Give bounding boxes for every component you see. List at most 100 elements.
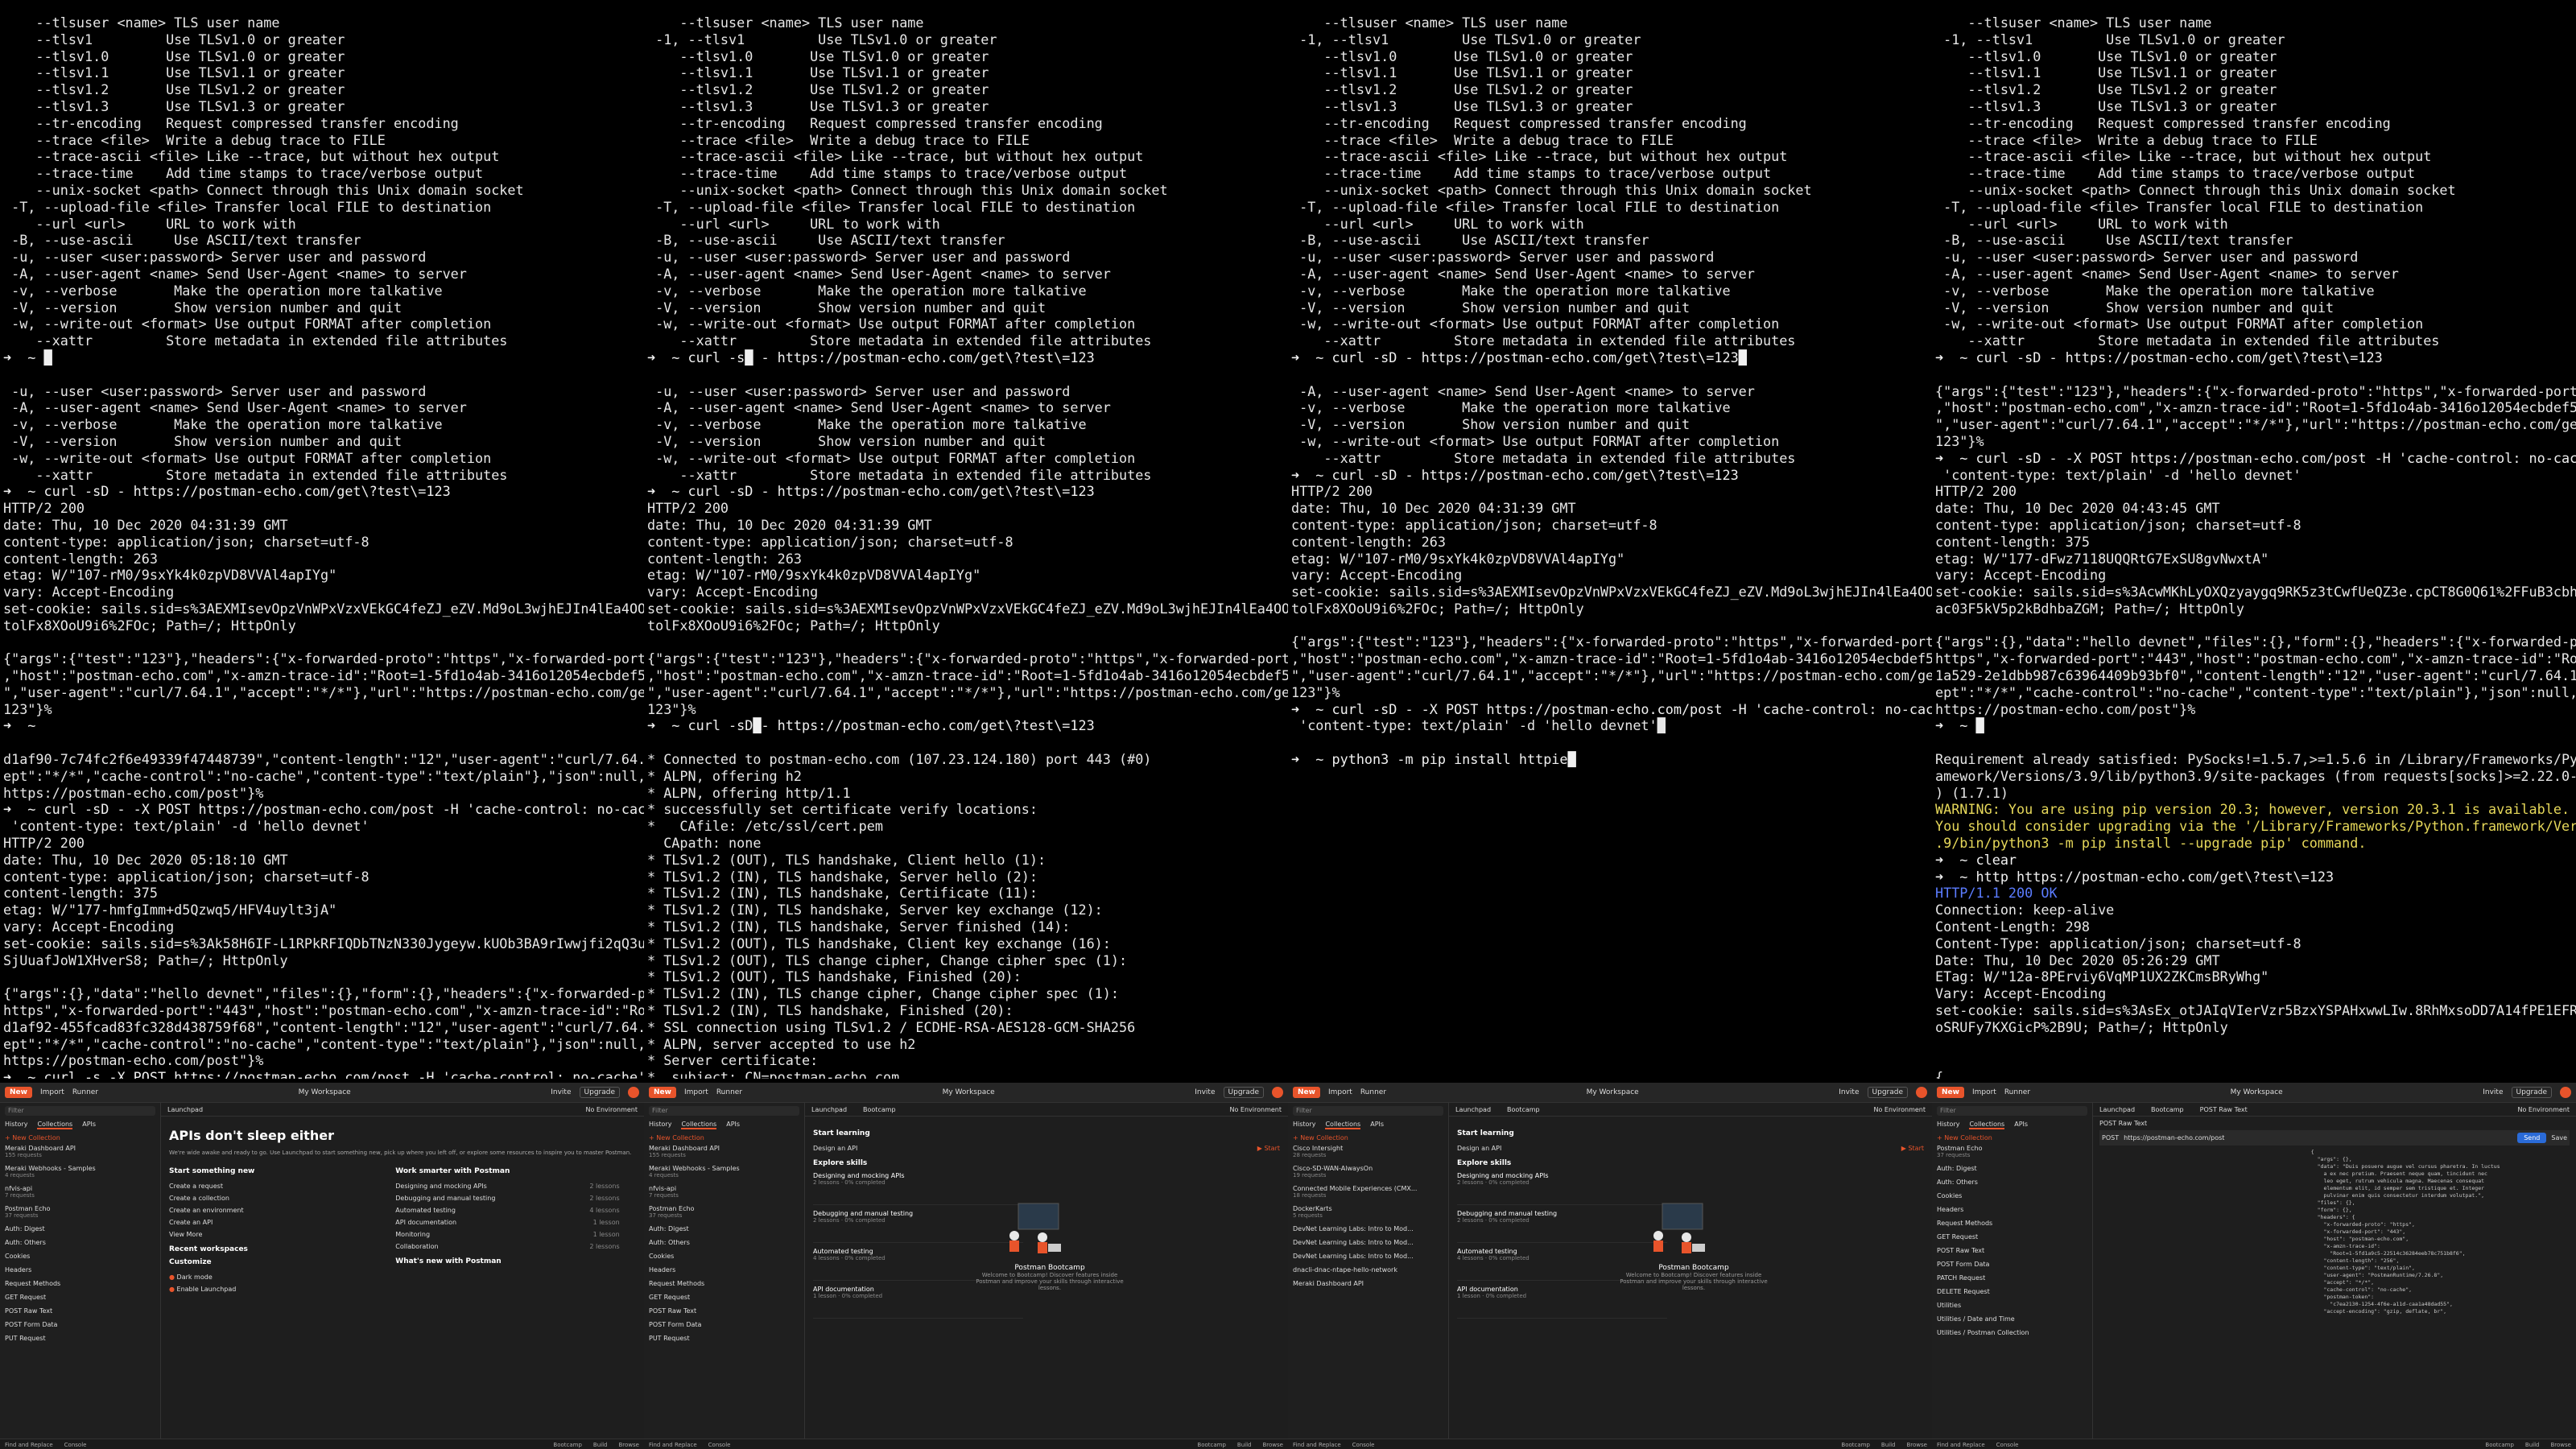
sidebar-item[interactable]: DevNet Learning Labs: Intro to Mod... xyxy=(1293,1236,1443,1249)
sidebar-item[interactable]: Headers xyxy=(5,1263,155,1277)
new-button[interactable]: New xyxy=(649,1087,676,1098)
sidebar-item[interactable]: Auth: Digest xyxy=(1937,1162,2087,1175)
sidebar-item[interactable]: POST Raw Text xyxy=(649,1304,799,1318)
import-button[interactable]: Import xyxy=(1972,1088,1996,1096)
sidebar-item[interactable]: POST Form Data xyxy=(649,1318,799,1331)
upgrade-button[interactable]: Upgrade xyxy=(2511,1087,2552,1098)
workspace-selector[interactable]: My Workspace xyxy=(1587,1088,1639,1096)
new-button[interactable]: New xyxy=(1293,1087,1320,1098)
new-button[interactable]: New xyxy=(5,1087,32,1098)
tab-bootcamp[interactable]: Bootcamp xyxy=(2151,1106,2184,1113)
terminal-pane-3[interactable]: --tlsuser <name> TLS user name -1, --tls… xyxy=(1288,0,1932,1079)
lesson-item[interactable]: 2 lessons Collaboration xyxy=(395,1241,619,1253)
runner-button[interactable]: Runner xyxy=(716,1088,742,1096)
start-item[interactable]: Create a request xyxy=(169,1180,393,1192)
tab-history[interactable]: History xyxy=(1293,1121,1315,1129)
workspace-selector[interactable]: My Workspace xyxy=(2231,1088,2283,1096)
tab-history[interactable]: History xyxy=(649,1121,671,1129)
skill-card[interactable]: Debugging and manual testing 2 lessons · … xyxy=(813,1210,1023,1243)
method-select[interactable]: POST xyxy=(2102,1134,2119,1141)
avatar[interactable] xyxy=(2560,1087,2571,1098)
tab-apis[interactable]: APIs xyxy=(2014,1121,2028,1129)
tab-bootcamp[interactable]: Bootcamp xyxy=(1507,1106,1540,1113)
terminal-pane-1[interactable]: --tlsuser <name> TLS user name --tlsv1 U… xyxy=(0,0,644,1079)
tab-apis[interactable]: APIs xyxy=(82,1121,96,1129)
tab-apis[interactable]: APIs xyxy=(1370,1121,1384,1129)
sidebar-item[interactable]: Meraki Dashboard API xyxy=(1293,1277,1443,1290)
sidebar-item[interactable]: nfvis-api 7 requests xyxy=(649,1182,799,1202)
sidebar-item[interactable]: nfvis-api 7 requests xyxy=(5,1182,155,1202)
lesson-item[interactable]: 1 lesson Monitoring xyxy=(395,1228,619,1241)
browse-button[interactable]: Browse xyxy=(619,1442,640,1448)
sidebar-item[interactable]: Auth: Others xyxy=(5,1236,155,1249)
import-button[interactable]: Import xyxy=(40,1088,64,1096)
design-api-lesson[interactable]: Design an API ▶ Start xyxy=(1457,1142,1924,1154)
workspace-selector[interactable]: My Workspace xyxy=(299,1088,351,1096)
start-item[interactable]: Create an environment xyxy=(169,1204,393,1216)
tab-launchpad[interactable]: Launchpad xyxy=(2099,1106,2135,1113)
sidebar-item[interactable]: PUT Request xyxy=(649,1331,799,1345)
new-button[interactable]: New xyxy=(1937,1087,1964,1098)
lesson-item[interactable]: 2 lessons Debugging and manual testing xyxy=(395,1192,619,1204)
sidebar-item[interactable]: POST Form Data xyxy=(5,1318,155,1331)
tab-launchpad[interactable]: Launchpad xyxy=(167,1106,203,1113)
filter-input[interactable]: Filter xyxy=(5,1106,155,1116)
sidebar-item[interactable]: Meraki Webhooks - Samples 4 requests xyxy=(5,1162,155,1182)
sidebar-item[interactable]: POST Form Data xyxy=(1937,1257,2087,1271)
workspace-selector[interactable]: My Workspace xyxy=(943,1088,995,1096)
sidebar-item[interactable]: Utilities xyxy=(1937,1298,2087,1312)
avatar[interactable] xyxy=(1916,1087,1927,1098)
console-button[interactable]: Console xyxy=(708,1442,731,1448)
build-button[interactable]: Build xyxy=(1881,1442,1896,1448)
lesson-item[interactable]: 4 lessons Automated testing xyxy=(395,1204,619,1216)
sidebar-item[interactable]: DELETE Request xyxy=(1937,1285,2087,1298)
start-item[interactable]: Create an API xyxy=(169,1216,393,1228)
upgrade-button[interactable]: Upgrade xyxy=(1223,1087,1264,1098)
bootcamp-button[interactable]: Bootcamp xyxy=(1841,1442,1870,1448)
new-collection-button[interactable]: + New Collection xyxy=(1293,1134,1443,1141)
find-replace-button[interactable]: Find and Replace xyxy=(649,1442,697,1448)
sidebar-item[interactable]: Cookies xyxy=(5,1249,155,1263)
design-api-lesson[interactable]: Design an API ▶ Start xyxy=(813,1142,1280,1154)
tab-history[interactable]: History xyxy=(1937,1121,1959,1129)
start-item[interactable]: View More xyxy=(169,1228,393,1241)
console-button[interactable]: Console xyxy=(1352,1442,1375,1448)
sidebar-item[interactable]: Headers xyxy=(1937,1203,2087,1216)
sidebar-item[interactable]: Utilities / Date and Time xyxy=(1937,1312,2087,1326)
import-button[interactable]: Import xyxy=(1328,1088,1352,1096)
sidebar-item[interactable]: Auth: Others xyxy=(1937,1175,2087,1189)
sidebar-item[interactable]: Connected Mobile Experiences (CMX... 18 r… xyxy=(1293,1182,1443,1202)
invite-button[interactable]: Invite xyxy=(551,1088,571,1096)
filter-input[interactable]: Filter xyxy=(649,1106,799,1116)
terminal-pane-4[interactable]: --tlsuser <name> TLS user name -1, --tls… xyxy=(1932,0,2576,1079)
lesson-item[interactable]: 2 lessons Designing and mocking APIs xyxy=(395,1180,619,1192)
runner-button[interactable]: Runner xyxy=(72,1088,98,1096)
sidebar-item[interactable]: DockerKarts 5 requests xyxy=(1293,1202,1443,1222)
tab-collections[interactable]: Collections xyxy=(37,1121,73,1129)
sidebar-item[interactable]: Postman Echo 37 requests xyxy=(1937,1141,2087,1162)
sidebar-item[interactable]: POST Raw Text xyxy=(5,1304,155,1318)
lesson-item[interactable]: 1 lesson API documentation xyxy=(395,1216,619,1228)
invite-button[interactable]: Invite xyxy=(1195,1088,1215,1096)
sidebar-item[interactable]: Utilities / Postman Collection xyxy=(1937,1326,2087,1340)
find-replace-button[interactable]: Find and Replace xyxy=(5,1442,53,1448)
avatar[interactable] xyxy=(1272,1087,1283,1098)
sidebar-item[interactable]: Request Methods xyxy=(5,1277,155,1290)
sidebar-item[interactable]: Headers xyxy=(649,1263,799,1277)
sidebar-item[interactable]: Auth: Digest xyxy=(5,1222,155,1236)
skill-card[interactable]: Designing and mocking APIs 2 lessons · 0%… xyxy=(813,1172,1023,1205)
sidebar-item[interactable]: GET Request xyxy=(649,1290,799,1304)
console-button[interactable]: Console xyxy=(64,1442,87,1448)
bootcamp-button[interactable]: Bootcamp xyxy=(2485,1442,2514,1448)
start-item[interactable]: Create a collection xyxy=(169,1192,393,1204)
filter-input[interactable]: Filter xyxy=(1937,1106,2087,1116)
environment-selector[interactable]: No Environment xyxy=(585,1106,638,1113)
invite-button[interactable]: Invite xyxy=(1839,1088,1859,1096)
console-button[interactable]: Console xyxy=(1996,1442,2019,1448)
runner-button[interactable]: Runner xyxy=(2004,1088,2030,1096)
new-collection-button[interactable]: + New Collection xyxy=(649,1134,799,1141)
tab-history[interactable]: History xyxy=(5,1121,27,1129)
browse-button[interactable]: Browse xyxy=(1263,1442,1284,1448)
terminal-pane-2[interactable]: --tlsuser <name> TLS user name -1, --tls… xyxy=(644,0,1288,1079)
sidebar-item[interactable]: Meraki Webhooks - Samples 4 requests xyxy=(649,1162,799,1182)
